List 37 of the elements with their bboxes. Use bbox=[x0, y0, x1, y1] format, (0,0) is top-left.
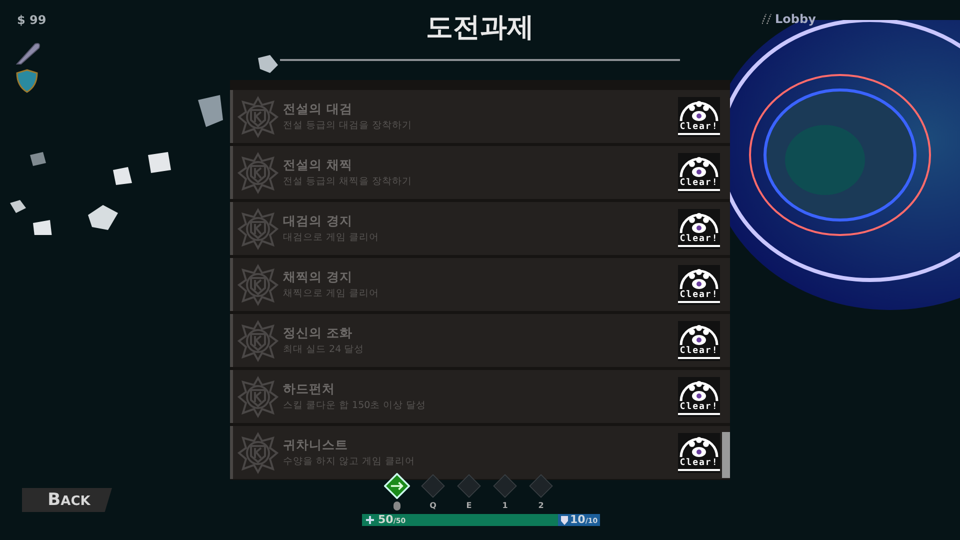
scrollbar-thumb bbox=[722, 432, 730, 478]
key-label: E bbox=[466, 501, 472, 511]
page-title: 도전과제 bbox=[426, 11, 534, 45]
stairs-icon bbox=[762, 14, 772, 24]
achievement-title: 채찍의 경지 bbox=[283, 268, 354, 284]
k-emblem-icon bbox=[237, 320, 279, 362]
achievement-title: 전설의 채찍 bbox=[283, 156, 354, 172]
key-label: Q bbox=[430, 501, 436, 511]
location-label: Lobby bbox=[775, 11, 816, 28]
money-counter: $ 99 bbox=[17, 12, 46, 29]
plus-icon bbox=[366, 516, 374, 524]
shield-icon bbox=[16, 69, 38, 93]
k-emblem-icon bbox=[237, 376, 279, 418]
clear-badge: Clear! bbox=[678, 96, 720, 136]
key-label: 1 bbox=[502, 501, 508, 511]
k-emblem-icon bbox=[237, 208, 279, 250]
achievement-title: 전설의 대검 bbox=[283, 100, 354, 116]
k-emblem-icon bbox=[237, 152, 279, 194]
clear-badge: Clear! bbox=[678, 264, 720, 304]
clear-badge: Clear! bbox=[678, 208, 720, 248]
k-emblem-icon bbox=[237, 264, 279, 306]
feather-icon bbox=[15, 40, 41, 66]
clear-badge: Clear! bbox=[678, 152, 720, 192]
k-emblem-icon bbox=[237, 96, 279, 138]
achievement-title: 정신의 조화 bbox=[283, 324, 354, 340]
k-emblem-icon bbox=[237, 432, 279, 474]
achievement-title: 대검의 경지 bbox=[283, 212, 354, 228]
shield-icon bbox=[561, 516, 568, 524]
clear-badge: Clear! bbox=[678, 376, 720, 416]
achievement-title: 귀차니스트 bbox=[283, 436, 349, 452]
achievement-title: 하드펀처 bbox=[283, 380, 336, 396]
clear-badge: Clear! bbox=[678, 320, 720, 360]
mouse-icon bbox=[393, 501, 401, 511]
debris-shard-icon bbox=[258, 55, 278, 73]
key-label: 2 bbox=[538, 501, 544, 511]
back-button[interactable]: BACK bbox=[22, 488, 112, 512]
clear-badge: Clear! bbox=[678, 432, 720, 472]
